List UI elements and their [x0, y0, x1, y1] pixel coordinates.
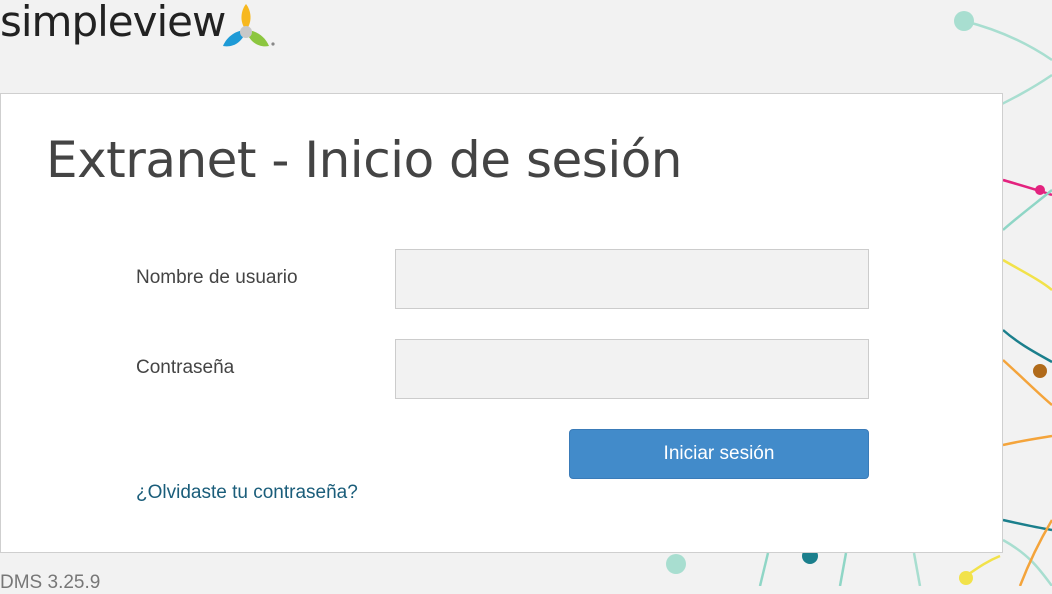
username-label: Nombre de usuario — [136, 267, 298, 288]
username-input[interactable] — [395, 249, 869, 309]
login-button[interactable]: Iniciar sesión — [569, 429, 869, 479]
forgot-password-link[interactable]: ¿Olvidaste tu contraseña? — [136, 482, 358, 504]
password-input[interactable] — [395, 339, 869, 399]
tri-leaf-icon — [223, 4, 275, 47]
logo-wordmark: simpleview — [0, 0, 226, 46]
simpleview-logo: simpleview — [0, 0, 281, 56]
version-label: DMS 3.25.9 — [0, 572, 101, 593]
page-title: Extranet - Inicio de sesión — [46, 131, 683, 189]
password-label: Contraseña — [136, 357, 235, 378]
